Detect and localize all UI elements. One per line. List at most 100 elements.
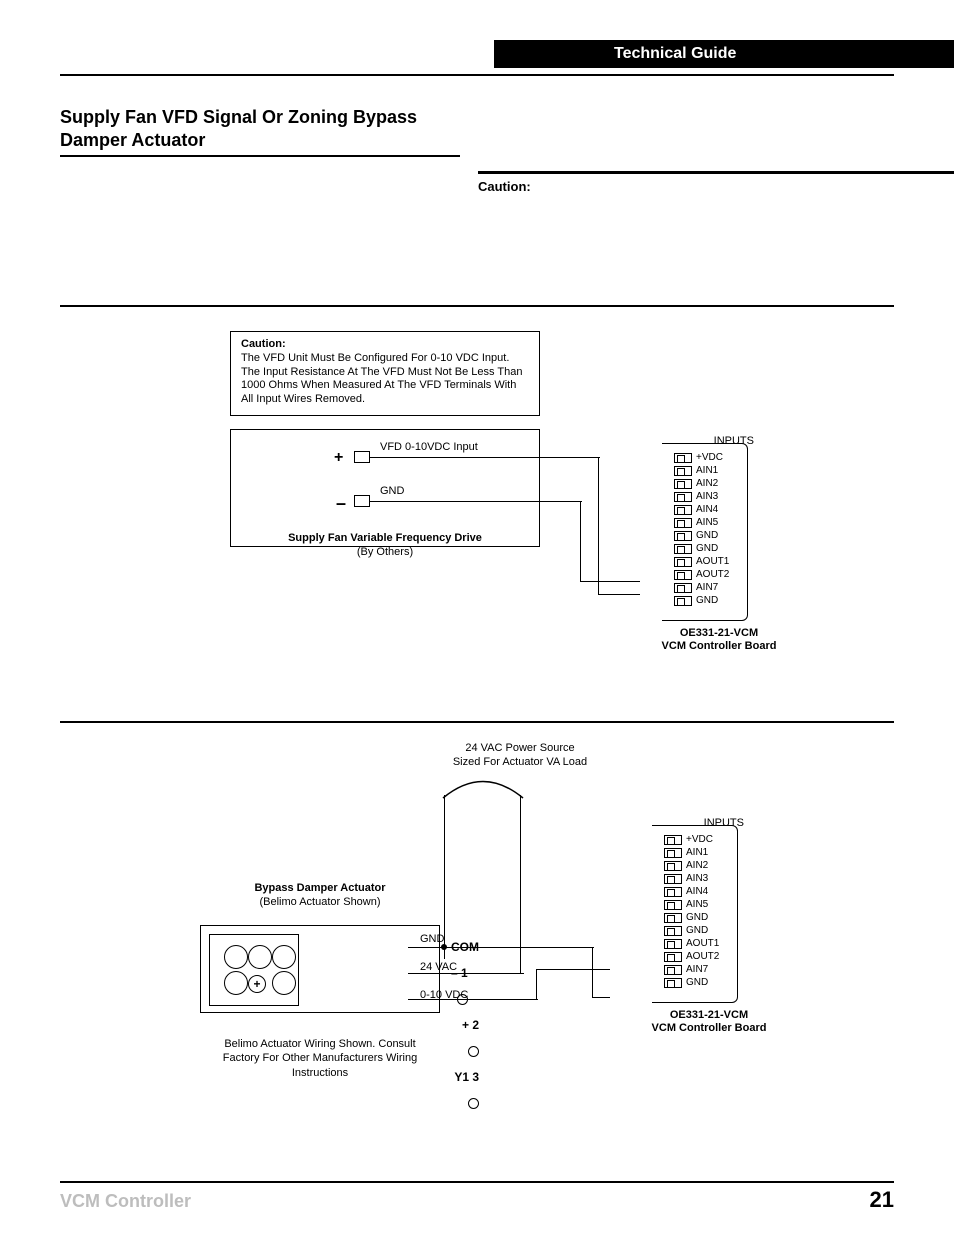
- header-rule: [60, 74, 894, 76]
- belimo-note: Belimo Actuator Wiring Shown. Consult Fa…: [220, 1037, 420, 1080]
- vfd-gnd-label: GND: [380, 485, 404, 497]
- screw-terminal: [674, 505, 692, 515]
- screw-terminal: [674, 453, 692, 463]
- page-number: 21: [870, 1187, 894, 1213]
- gear-icon: [224, 945, 248, 969]
- screw-terminal: [664, 861, 682, 871]
- wire: [592, 947, 593, 997]
- gear-icon: [248, 945, 272, 969]
- bypass-sub: (Belimo Actuator Shown): [259, 896, 380, 908]
- caution-band: [478, 171, 954, 174]
- wire: [536, 969, 610, 970]
- term-label: +VDC: [696, 452, 723, 463]
- gear-icon: [272, 945, 296, 969]
- board-caption-b: OE331-21-VCM VCM Controller Board: [624, 1009, 794, 1035]
- term2-label: + 2: [462, 1018, 479, 1032]
- term-circle-icon: [468, 1098, 479, 1109]
- vfd-terminal-minus: [354, 495, 370, 507]
- header-bar: Technical Guide: [60, 40, 894, 70]
- sig-24vac-label: 24 VAC: [420, 961, 457, 973]
- screw-terminal: [664, 887, 682, 897]
- term-label: GND: [696, 595, 718, 606]
- term-label: +VDC: [686, 834, 713, 845]
- gear-icon: [224, 971, 248, 995]
- caution-row: Caution:: [60, 171, 894, 195]
- term-label: GND: [696, 543, 718, 554]
- term-label: AIN1: [686, 847, 708, 858]
- rule-before-diagram-b: [60, 721, 894, 723]
- vfd-plus: +: [334, 449, 343, 467]
- footer-rule: [60, 1181, 894, 1183]
- screw-terminal: [664, 965, 682, 975]
- screw-terminal: [664, 900, 682, 910]
- section-title: Supply Fan VFD Signal Or Zoning Bypass D…: [60, 106, 460, 157]
- wire: [580, 501, 581, 581]
- bypass-label: Bypass Damper Actuator (Belimo Actuator …: [200, 881, 440, 910]
- diagram-vfd: Caution: The VFD Unit Must Be Configured…: [60, 321, 894, 721]
- screw-terminal: [674, 583, 692, 593]
- screw-terminal: [674, 570, 692, 580]
- screw-terminal: [664, 848, 682, 858]
- diagram-bypass: 24 VAC Power Source Sized For Actuator V…: [60, 737, 894, 1137]
- term-label: AOUT1: [696, 556, 729, 567]
- power-label-a: 24 VAC Power Source: [465, 742, 574, 754]
- wire: [370, 457, 600, 458]
- sig-gnd-label: GND: [420, 933, 444, 945]
- term-label: AIN4: [686, 886, 708, 897]
- term-label: AIN7: [686, 964, 708, 975]
- junction-dot-icon: [441, 944, 447, 950]
- rule-before-diagram-a: [60, 305, 894, 307]
- screw-terminal: [674, 531, 692, 541]
- screw-terminal: [664, 952, 682, 962]
- caution-label: Caution:: [478, 179, 531, 194]
- screw-terminal: [664, 835, 682, 845]
- power-label-b: Sized For Actuator VA Load: [453, 756, 587, 768]
- screw-terminal: [664, 874, 682, 884]
- term-label: AIN4: [696, 504, 718, 515]
- screw-terminal: [664, 913, 682, 923]
- guide-badge: Technical Guide: [494, 40, 954, 68]
- term-label: AIN5: [686, 899, 708, 910]
- vfd-minus: –: [336, 493, 346, 514]
- caution-box-title: Caution:: [241, 338, 286, 350]
- wire: [592, 997, 610, 998]
- actuator-center-icon: +: [248, 975, 266, 993]
- term-label: AIN1: [696, 465, 718, 476]
- term3-label: Y1 3: [454, 1070, 479, 1084]
- screw-terminal: [674, 544, 692, 554]
- actuator-inner: +: [209, 934, 299, 1006]
- power-source-label: 24 VAC Power Source Sized For Actuator V…: [410, 741, 630, 770]
- gear-icon: [272, 971, 296, 995]
- screw-terminal: [664, 939, 682, 949]
- wire: [598, 594, 640, 595]
- vfd-terminal-plus: [354, 451, 370, 463]
- power-arc-icon: [438, 773, 528, 803]
- term-label: AIN5: [696, 517, 718, 528]
- term-circle-icon: [468, 1046, 479, 1057]
- board-caption-b1: OE331-21-VCM: [670, 1009, 748, 1021]
- term-label: AIN3: [696, 491, 718, 502]
- screw-terminal: [674, 466, 692, 476]
- page: Technical Guide Supply Fan VFD Signal Or…: [0, 0, 954, 1235]
- term1-label: COM – 1: [451, 940, 479, 980]
- board-caption-a: OE331-21-VCM VCM Controller Board: [634, 627, 804, 653]
- screw-terminal: [674, 492, 692, 502]
- screw *terminal: [664, 978, 682, 988]
- screw-terminal: [674, 557, 692, 567]
- vfd-block-title: Supply Fan Variable Frequency Drive: [288, 532, 482, 544]
- term-label: GND: [696, 530, 718, 541]
- term-label: AIN7: [696, 582, 718, 593]
- term-label: AOUT2: [686, 951, 719, 962]
- term-label: AIN3: [686, 873, 708, 884]
- footer: VCM Controller 21: [60, 1187, 894, 1213]
- board-caption-a1: OE331-21-VCM: [680, 627, 758, 639]
- vfd-block-sub: (By Others): [357, 546, 413, 558]
- wire: [598, 457, 599, 594]
- actuator-box: + COM – 1 + 2 Y1 3: [200, 925, 440, 1013]
- board-caption-a2: VCM Controller Board: [662, 640, 777, 652]
- wire: [370, 501, 582, 502]
- term-label: AOUT2: [696, 569, 729, 580]
- term-label: GND: [686, 912, 708, 923]
- wire: [580, 581, 640, 582]
- screw-terminal: [664, 926, 682, 936]
